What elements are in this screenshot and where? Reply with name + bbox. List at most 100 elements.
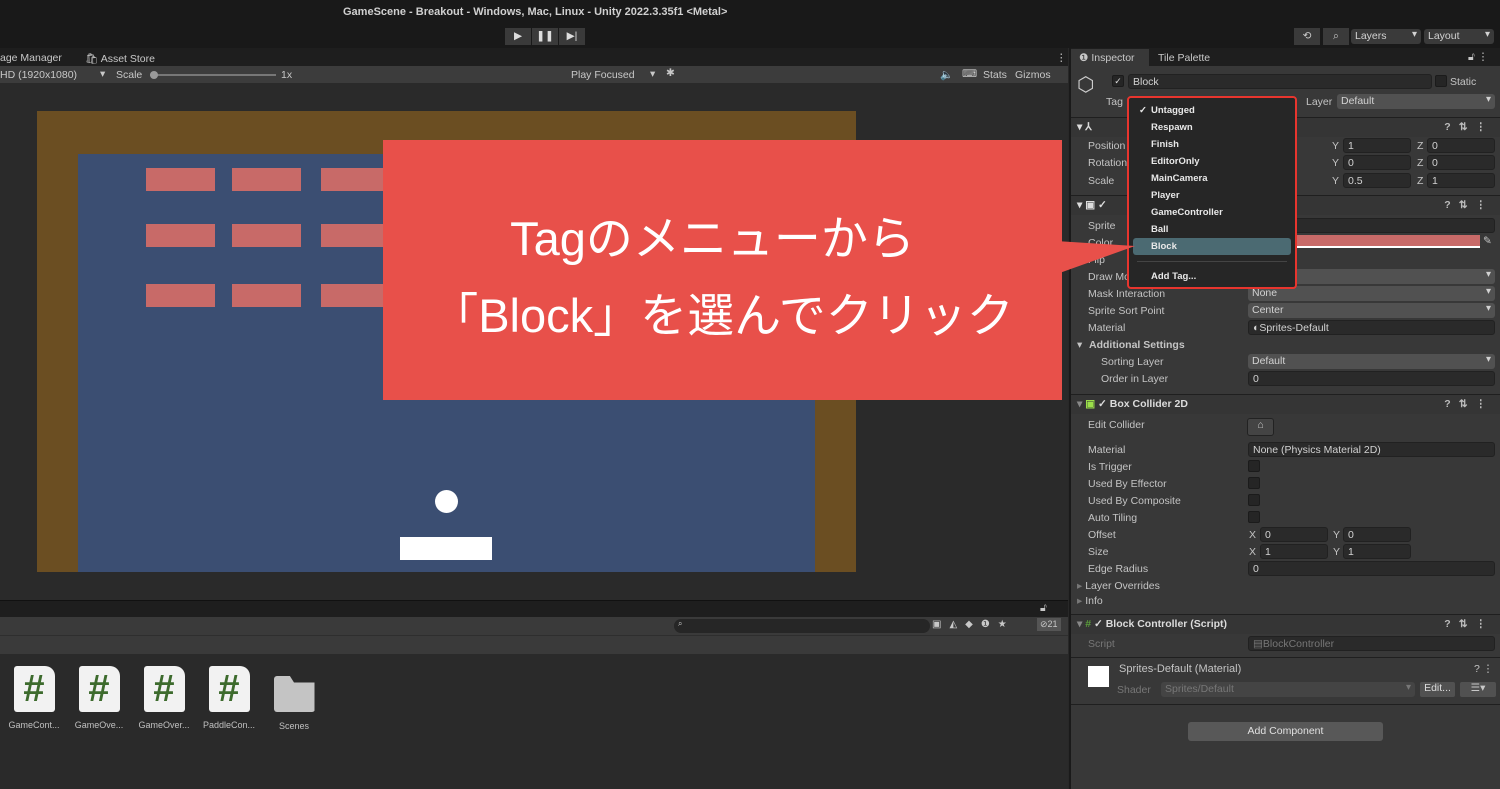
filter-icons[interactable]: ▣◭◆❶★ [932,619,1015,630]
is-trigger-checkbox[interactable] [1248,460,1260,472]
menu-item-maincamera[interactable]: MainCamera [1129,170,1295,187]
menu-item-respawn[interactable]: Respawn [1129,119,1295,136]
layout-dropdown[interactable]: Layout [1424,29,1494,44]
scale-z[interactable]: 1 [1427,173,1495,188]
used-by-effector-checkbox[interactable] [1248,477,1260,489]
csharp-script-icon: # [143,666,185,712]
scale-slider[interactable] [150,71,276,79]
asset-script[interactable]: # GameOve... [71,666,127,730]
component-menu-icons[interactable]: ?⇅⋮ [1444,618,1494,630]
lock-icon[interactable]: 🔓︎ [1040,602,1047,615]
component-menu-icons[interactable]: ?⇅⋮ [1444,398,1494,410]
component-menu-icons[interactable]: ?⇅⋮ [1444,199,1494,211]
material-menu-icons[interactable]: ? ⋮ [1474,663,1493,675]
keyboard-icon[interactable]: ⌨ [962,68,977,80]
add-component-button[interactable]: Add Component [1188,722,1383,741]
slider-thumb[interactable] [150,71,158,79]
auto-tiling-label: Auto Tiling [1088,512,1138,524]
info-foldout[interactable]: ▸ Info [1077,595,1103,607]
stats-button[interactable]: Stats [983,69,1007,81]
object-name-input[interactable]: Block [1128,74,1432,89]
history-icon[interactable]: ⟲ [1294,28,1320,45]
audio-icon[interactable]: 🔈 [940,68,953,81]
play-button[interactable]: ▶ [505,28,531,45]
asset-script[interactable]: # PaddleCon... [201,666,257,730]
brick [146,168,215,191]
inspector-lock-icon[interactable]: 🔓︎ ⋮ [1468,51,1488,64]
menu-item-player[interactable]: Player [1129,187,1295,204]
offset-y[interactable]: 0 [1343,527,1411,542]
foldout-arrow-icon[interactable]: ▾ [1077,339,1082,351]
position-y[interactable]: 1 [1343,138,1411,153]
bug-icon[interactable]: ✱ [666,67,675,79]
rotation-z[interactable]: 0 [1427,155,1495,170]
tab-tile-palette[interactable]: Tile Palette [1158,52,1210,64]
pause-button[interactable]: ❚❚ [532,28,558,45]
menu-divider [1137,261,1287,262]
brick [232,168,301,191]
size-y[interactable]: 1 [1343,544,1411,559]
menu-item-editoronly[interactable]: EditorOnly [1129,153,1295,170]
tab-inspector[interactable]: ❶ Inspector [1071,49,1149,66]
shader-list-button[interactable]: ☰▾ [1460,682,1496,697]
menu-item-block[interactable]: Block [1133,238,1291,255]
tab-asset-store-label: Asset Store [100,53,155,65]
eyedropper-icon[interactable]: ✎ [1483,235,1492,247]
active-checkbox[interactable]: ✓ [1112,75,1124,87]
y-label: Y [1333,546,1341,558]
menu-item-add-tag[interactable]: Add Tag... [1129,268,1295,285]
sprite-sort-point-dropdown[interactable]: Center [1248,303,1495,318]
block-controller-header[interactable]: ▾ # ✓ Block Controller (Script) ?⇅⋮ [1071,614,1500,634]
layers-dropdown[interactable]: Layers [1351,29,1421,44]
shader-edit-button[interactable]: Edit... [1420,682,1455,697]
search-icon[interactable]: ⌕ [1323,28,1349,45]
layer-overrides-foldout[interactable]: ▸ Layer Overrides [1077,580,1160,592]
scale-label: Scale [116,69,143,81]
play-mode-dropdown[interactable]: Play Focused [571,69,635,81]
chevron-down-icon: ▾ [650,68,656,80]
menu-item-finish[interactable]: Finish [1129,136,1295,153]
step-button[interactable]: ▶| [559,28,585,45]
project-search-input[interactable]: ⌕ [674,619,930,633]
tag-label: Tag [1106,96,1123,108]
material-field[interactable]: ◐Sprites-Default [1248,320,1495,335]
asset-script[interactable]: # GameOver... [136,666,192,730]
order-in-layer-input[interactable]: 0 [1248,371,1495,386]
position-z[interactable]: 0 [1427,138,1495,153]
asset-folder[interactable]: Scenes [266,666,322,731]
brick [321,284,390,307]
menu-item-untagged[interactable]: ✓ Untagged [1129,102,1295,119]
layer-dropdown[interactable]: Default [1337,94,1495,109]
resolution-dropdown[interactable]: HD (1920x1080) [0,69,77,81]
z-label: Z [1417,140,1424,152]
component-menu-icons[interactable]: ?⇅⋮ [1444,121,1494,133]
ball [435,490,458,513]
additional-settings-foldout[interactable]: Additional Settings [1089,339,1185,351]
gizmos-button[interactable]: Gizmos [1015,69,1051,81]
used-by-composite-checkbox[interactable] [1248,494,1260,506]
rotation-y[interactable]: 0 [1343,155,1411,170]
tab-asset-store[interactable]: 🛍 Asset Store [85,52,155,65]
menu-item-ball[interactable]: Ball [1129,221,1295,238]
box-collider-header[interactable]: ▾ ▣ ✓ Box Collider 2D ?⇅⋮ [1071,394,1500,414]
scale-y[interactable]: 0.5 [1343,173,1411,188]
hidden-count[interactable]: ⊘21 [1037,618,1061,631]
y-label: Y [1333,529,1341,541]
edge-radius-input[interactable]: 0 [1248,561,1495,576]
auto-tiling-checkbox[interactable] [1248,511,1260,523]
brick [146,284,215,307]
menu-item-gamecontroller[interactable]: GameController [1129,204,1295,221]
tab-package-manager[interactable]: age Manager [0,52,62,64]
edit-collider-button[interactable]: ⌂ [1247,418,1274,436]
size-x[interactable]: 1 [1260,544,1328,559]
used-by-composite-label: Used By Composite [1088,495,1181,507]
kebab-icon[interactable]: ⋮ [1056,52,1067,64]
shader-dropdown[interactable]: Sprites/Default [1161,682,1415,697]
collider-material-field[interactable]: None (Physics Material 2D) [1248,442,1495,457]
asset-script[interactable]: # GameCont... [6,666,62,730]
static-checkbox[interactable] [1435,75,1447,87]
sorting-layer-dropdown[interactable]: Default [1248,354,1495,369]
y-label: Y [1332,157,1340,169]
offset-x[interactable]: 0 [1260,527,1328,542]
main-toolbar [0,28,1500,48]
